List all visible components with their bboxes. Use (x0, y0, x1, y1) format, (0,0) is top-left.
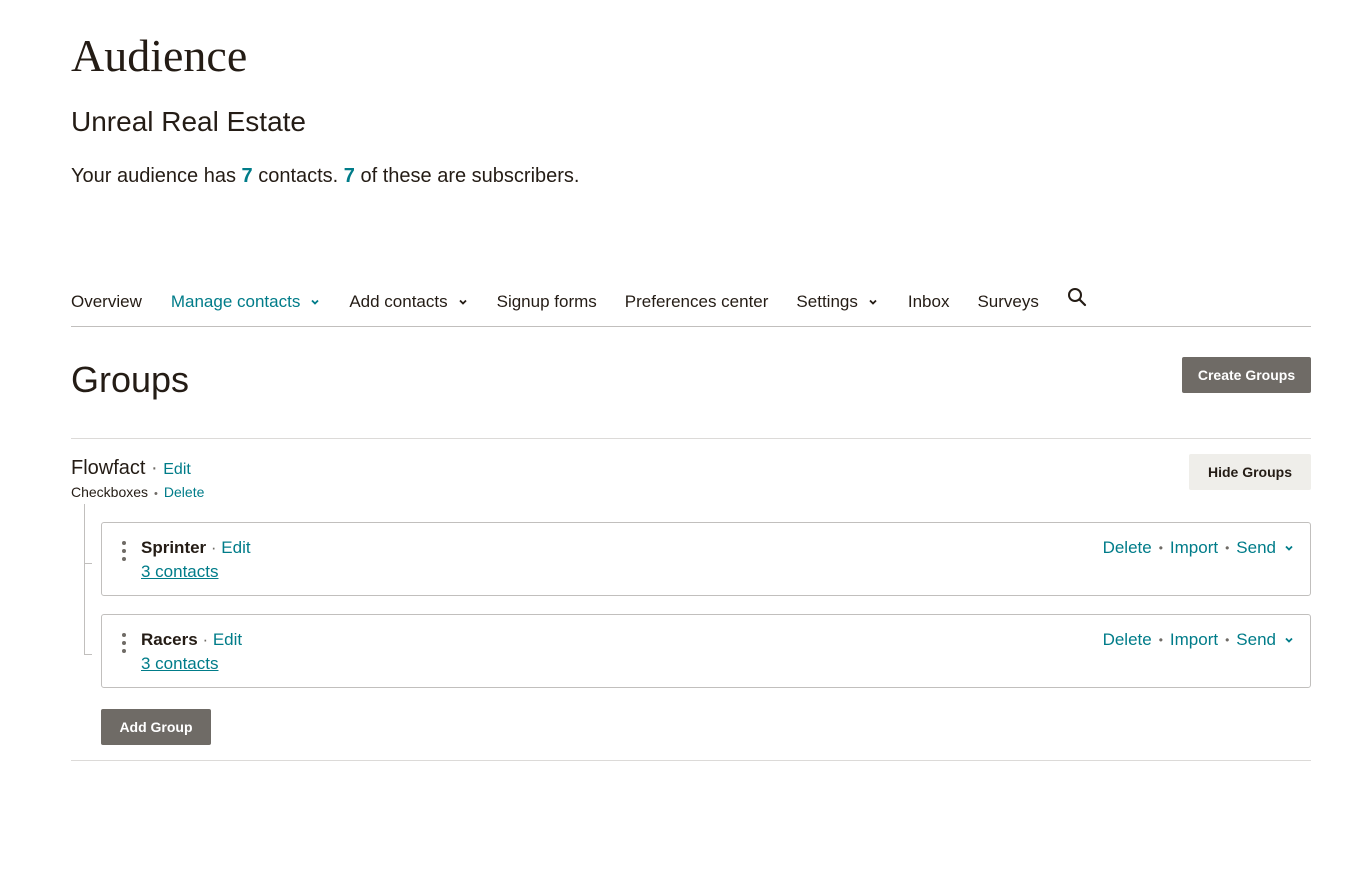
edit-category-link[interactable]: Edit (163, 461, 191, 478)
summary-suffix: of these are subscribers. (354, 165, 580, 187)
group-card-sprinter: Sprinter · Edit 3 contacts Delete • Impo… (101, 522, 1311, 596)
nav-preferences-center[interactable]: Preferences center (625, 287, 769, 317)
nav-surveys[interactable]: Surveys (977, 287, 1038, 317)
subscribers-count-link[interactable]: 7 (344, 165, 355, 187)
nav-add-contacts-label: Add contacts (349, 292, 448, 311)
separator-dot: · (145, 457, 164, 479)
separator-dot: · (206, 538, 222, 557)
category-name: Flowfact (71, 457, 146, 479)
separator-dot: • (1158, 633, 1163, 647)
send-group-dropdown[interactable]: Send (1236, 537, 1276, 559)
create-groups-button[interactable]: Create Groups (1182, 357, 1311, 393)
chevron-down-icon (868, 297, 878, 307)
group-card-racers: Racers · Edit 3 contacts Delete • Import… (101, 614, 1311, 688)
category-subtitle: Checkboxes • Delete (71, 483, 204, 503)
send-group-dropdown[interactable]: Send (1236, 629, 1276, 651)
group-name-row: Racers · Edit (141, 629, 242, 651)
hide-groups-button[interactable]: Hide Groups (1189, 454, 1311, 490)
summary-prefix: Your audience has (71, 165, 242, 187)
group-name-row: Sprinter · Edit (141, 537, 251, 559)
chevron-down-icon[interactable] (1284, 635, 1294, 645)
edit-group-link[interactable]: Edit (221, 538, 250, 557)
nav-settings[interactable]: Settings (796, 287, 877, 317)
nav-overview-label: Overview (71, 292, 142, 311)
category-type: Checkboxes (71, 484, 149, 500)
group-contacts-link[interactable]: 3 contacts (141, 653, 219, 675)
search-icon[interactable] (1067, 287, 1087, 307)
nav-signup-forms-label: Signup forms (496, 292, 597, 311)
group-actions: Delete • Import • Send (1103, 537, 1294, 559)
page-title: Audience (71, 30, 248, 81)
audience-name: Unreal Real Estate (71, 106, 307, 137)
tree-connector (84, 563, 92, 564)
nav-settings-label: Settings (796, 292, 858, 311)
import-group-link[interactable]: Import (1170, 629, 1218, 651)
separator-dot: • (154, 488, 158, 500)
chevron-down-icon (310, 297, 320, 307)
nav-add-contacts[interactable]: Add contacts (349, 287, 467, 317)
nav-signup-forms[interactable]: Signup forms (497, 287, 597, 317)
chevron-down-icon (458, 297, 468, 307)
nav-inbox[interactable]: Inbox (908, 287, 950, 317)
drag-handle-icon[interactable] (120, 633, 128, 659)
tree-connector (84, 504, 85, 654)
nav-manage-contacts-label: Manage contacts (170, 292, 301, 311)
nav-inbox-label: Inbox (907, 292, 950, 311)
separator-dot: • (1225, 633, 1230, 647)
group-name: Racers (141, 630, 198, 649)
delete-category-link[interactable]: Delete (164, 484, 204, 500)
add-group-button[interactable]: Add Group (101, 709, 211, 745)
groups-title: Groups (71, 359, 190, 400)
nav-manage-contacts[interactable]: Manage contacts (171, 287, 320, 317)
audience-nav: Overview Manage contacts Add contacts Si… (71, 287, 1311, 327)
separator-dot: • (1158, 541, 1163, 555)
separator-dot: · (197, 630, 213, 649)
contacts-count-link[interactable]: 7 (242, 165, 253, 187)
summary-middle: contacts. (252, 165, 344, 187)
separator-dot: • (1225, 541, 1230, 555)
delete-group-link[interactable]: Delete (1103, 537, 1152, 559)
delete-group-link[interactable]: Delete (1103, 629, 1152, 651)
chevron-down-icon[interactable] (1284, 543, 1294, 553)
nav-overview[interactable]: Overview (71, 287, 142, 317)
divider (71, 438, 1311, 439)
drag-handle-icon[interactable] (120, 541, 128, 567)
divider (71, 760, 1311, 761)
import-group-link[interactable]: Import (1170, 537, 1218, 559)
nav-preferences-center-label: Preferences center (624, 292, 769, 311)
audience-summary: Your audience has 7 contacts. 7 of these… (71, 163, 579, 189)
group-actions: Delete • Import • Send (1103, 629, 1294, 651)
group-contacts-link[interactable]: 3 contacts (141, 561, 219, 583)
nav-surveys-label: Surveys (977, 292, 1039, 311)
edit-group-link[interactable]: Edit (213, 630, 242, 649)
tree-connector (84, 654, 92, 655)
group-category-title: Flowfact · Edit (71, 456, 191, 482)
group-name: Sprinter (141, 538, 207, 557)
